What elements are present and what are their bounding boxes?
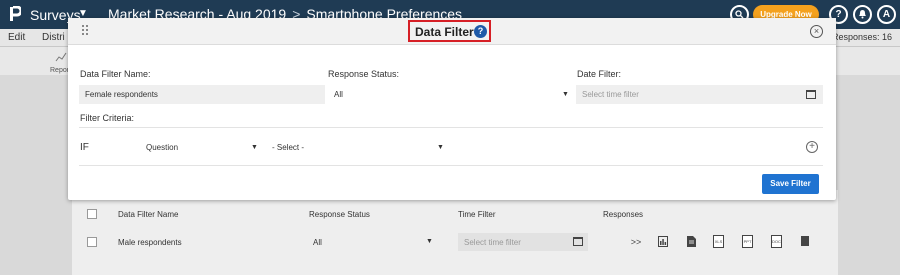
response-status-label: Response Status:	[328, 69, 400, 79]
chart-icon[interactable]	[55, 52, 67, 62]
app-logo-icon[interactable]	[9, 6, 21, 22]
column-header-name[interactable]: Data Filter Name	[118, 210, 178, 219]
filter-criteria-label: Filter Criteria:	[80, 113, 135, 123]
column-header-time[interactable]: Time Filter	[458, 210, 495, 219]
data-filter-modal: Data Filter ? × Data Filter Name: Female…	[68, 18, 836, 200]
document-icon[interactable]	[687, 236, 696, 247]
row-responses-link[interactable]: >>	[630, 236, 642, 248]
close-icon[interactable]: ×	[810, 25, 823, 38]
menu-item-edit[interactable]: Edit	[8, 32, 25, 43]
row-time-filter-input[interactable]: Select time filter	[458, 233, 588, 251]
modal-header: Data Filter ? ×	[68, 18, 836, 45]
chevron-down-icon[interactable]: ▼	[437, 144, 444, 151]
chevron-down-icon[interactable]: ▼	[562, 91, 569, 98]
xls-export-icon[interactable]: XLS	[713, 235, 724, 248]
column-header-status[interactable]: Response Status	[309, 210, 370, 219]
filter-name-input[interactable]: Female respondents	[79, 85, 325, 104]
filter-name-label: Data Filter Name:	[80, 69, 151, 79]
if-label: IF	[80, 142, 89, 153]
modal-title: Data Filter	[415, 25, 474, 39]
calendar-icon[interactable]	[806, 90, 816, 99]
response-status-select[interactable]: All	[328, 85, 572, 104]
doc-export-icon[interactable]: DOC	[771, 235, 782, 248]
help-icon[interactable]: ?	[474, 25, 487, 38]
add-criteria-icon[interactable]: +	[806, 141, 818, 153]
filter-list-panel	[72, 190, 838, 275]
bar-chart-icon[interactable]	[658, 236, 668, 247]
divider	[79, 165, 823, 166]
menu-item-distribute[interactable]: Distri	[42, 32, 65, 43]
row-status-select[interactable]: All	[313, 238, 322, 247]
bell-icon[interactable]	[853, 5, 872, 24]
title-highlight: Data Filter ?	[408, 20, 491, 42]
divider	[79, 127, 823, 128]
question-select[interactable]: Question	[146, 143, 178, 152]
select-all-checkbox[interactable]	[87, 209, 97, 219]
save-filter-button[interactable]: Save Filter	[762, 174, 819, 194]
date-filter-input[interactable]: Select time filter	[576, 85, 823, 104]
trash-icon[interactable]	[801, 236, 809, 246]
date-filter-label: Date Filter:	[577, 69, 622, 79]
row-filter-name: Male respondents	[118, 238, 182, 247]
avatar[interactable]: A	[877, 5, 896, 24]
ppt-export-icon[interactable]: PPT	[742, 235, 753, 248]
calendar-icon[interactable]	[573, 237, 583, 246]
operator-select[interactable]: - Select -	[272, 143, 304, 152]
chevron-down-icon[interactable]: ▼	[251, 144, 258, 151]
row-checkbox[interactable]	[87, 237, 97, 247]
drag-handle-icon[interactable]	[82, 25, 90, 37]
responses-count: Responses: 16	[831, 32, 892, 42]
column-header-responses[interactable]: Responses	[603, 210, 643, 219]
chevron-down-icon[interactable]: ▼	[426, 238, 433, 245]
